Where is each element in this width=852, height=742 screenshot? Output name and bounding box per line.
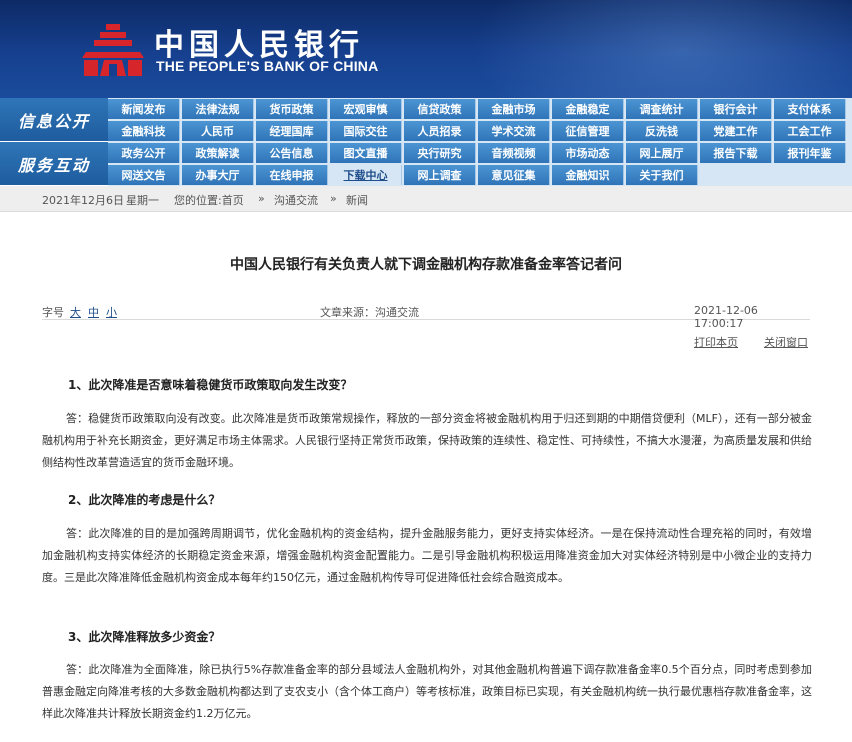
article-datetime: 2021-12-06 17:00:17 <box>694 304 758 330</box>
nav-item-report-download[interactable]: 报告下载 <box>700 143 772 163</box>
nav-item-accounting[interactable]: 银行会计 <box>700 99 772 119</box>
nav-item-financial-knowledge[interactable]: 金融知识 <box>552 165 624 185</box>
nav-item-monetary-policy[interactable]: 货币政策 <box>256 99 328 119</box>
nav-item-fintech[interactable]: 金融科技 <box>108 121 180 141</box>
nav-item-news-release[interactable]: 新闻发布 <box>108 99 180 119</box>
breadcrumb-weekday: 星期一 <box>126 194 159 207</box>
nav-item-treasury[interactable]: 经理国库 <box>256 121 328 141</box>
nav-item-online-filing[interactable]: 在线申报 <box>256 165 328 185</box>
nav-item-market-trends[interactable]: 市场动态 <box>552 143 624 163</box>
nav-item-download-center[interactable]: 下载中心 <box>330 165 402 185</box>
nav-item-service-hall[interactable]: 办事大厅 <box>182 165 254 185</box>
nav-item-macroprudential[interactable]: 宏观审慎 <box>330 99 402 119</box>
font-size-label: 字号 <box>42 306 64 319</box>
nav-item-official-documents[interactable]: 网送文告 <box>108 165 180 185</box>
answer-paragraph: 答：此次降准的目的是加强跨周期调节，优化金融机构的资金结构，提升金融服务能力，更… <box>42 527 812 584</box>
nav-row: 新闻发布 法律法规 货币政策 宏观审慎 信贷政策 金融市场 金融稳定 调查统计 … <box>108 98 852 120</box>
nav-item-financial-stability[interactable]: 金融稳定 <box>552 99 624 119</box>
pboc-emblem-icon[interactable] <box>80 22 146 78</box>
question-heading: 3、此次降准释放多少资金？ <box>68 630 221 644</box>
font-size-medium-link[interactable]: 中 <box>88 304 99 320</box>
breadcrumb-date: 2021年12月6日 <box>42 194 124 207</box>
article-meta: 字号 大 中 小 文章来源：沟通交流 2021-12-06 17:00:17 <box>42 302 810 330</box>
print-page-link[interactable]: 打印本页 <box>694 334 738 350</box>
nav-item-opinion-collection[interactable]: 意见征集 <box>478 165 550 185</box>
header-glow <box>472 0 852 98</box>
nav-item-online-exhibition[interactable]: 网上展厅 <box>626 143 698 163</box>
nav-item-credit-reference[interactable]: 征信管理 <box>552 121 624 141</box>
nav-item-recruitment[interactable]: 人员招录 <box>404 121 476 141</box>
nav-item-announcements[interactable]: 公告信息 <box>256 143 328 163</box>
nav-item-laws[interactable]: 法律法规 <box>182 99 254 119</box>
nav-item-international[interactable]: 国际交往 <box>330 121 402 141</box>
nav-item-live-broadcast[interactable]: 图文直播 <box>330 143 402 163</box>
nav-group-info-disclosure: 信息公开 新闻发布 法律法规 货币政策 宏观审慎 信贷政策 金融市场 金融稳定 … <box>0 98 852 142</box>
nav-item-party-building[interactable]: 党建工作 <box>700 121 772 141</box>
nav-item-government-affairs[interactable]: 政务公开 <box>108 143 180 163</box>
nav-row: 政务公开 政策解读 公告信息 图文直播 央行研究 音频视频 市场动态 网上展厅 … <box>108 142 852 164</box>
nav-item-union[interactable]: 工会工作 <box>774 121 846 141</box>
nav-item-audio-video[interactable]: 音频视频 <box>478 143 550 163</box>
nav-item-online-survey[interactable]: 网上调查 <box>404 165 476 185</box>
nav-item-about-us[interactable]: 关于我们 <box>626 165 698 185</box>
answer-paragraph: 答：此次降准为全面降准，除已执行5%存款准备金率的部分县域法人金融机构外，对其他… <box>42 663 812 720</box>
nav-item-yearbook[interactable]: 报刊年鉴 <box>774 143 846 163</box>
nav-item-anti-money-laundering[interactable]: 反洗钱 <box>626 121 698 141</box>
breadcrumb-separator: » <box>330 192 337 205</box>
breadcrumb-home-link[interactable]: 您的位置:首页 <box>174 192 244 208</box>
breadcrumb-separator: » <box>258 192 265 205</box>
nav-item-credit-policy[interactable]: 信贷政策 <box>404 99 476 119</box>
nav-item-academic[interactable]: 学术交流 <box>478 121 550 141</box>
nav-row: 网送文告 办事大厅 在线申报 下载中心 网上调查 意见征集 金融知识 关于我们 <box>108 164 852 186</box>
nav-item-payment-system[interactable]: 支付体系 <box>774 99 846 119</box>
question-heading: 1、此次降准是否意味着稳健货币政策取向发生改变？ <box>68 378 353 392</box>
breadcrumb-section-link[interactable]: 沟通交流 <box>274 192 318 208</box>
breadcrumb: 2021年12月6日 星期一 您的位置:首页 » 沟通交流 » 新闻 <box>0 186 852 212</box>
article-source: 文章来源：沟通交流 <box>320 306 419 319</box>
nav-item-statistics[interactable]: 调查统计 <box>626 99 698 119</box>
breadcrumb-current-page[interactable]: 新闻 <box>346 192 368 208</box>
nav-item-policy-interpretation[interactable]: 政策解读 <box>182 143 254 163</box>
nav-row: 金融科技 人民币 经理国库 国际交往 人员招录 学术交流 征信管理 反洗钱 党建… <box>108 120 852 142</box>
nav-item-research[interactable]: 央行研究 <box>404 143 476 163</box>
nav-group-label: 服务互动 <box>0 142 108 186</box>
nav-item-rmb[interactable]: 人民币 <box>182 121 254 141</box>
logo-english-name: THE PEOPLE'S BANK OF CHINA <box>156 58 379 74</box>
article-title: 中国人民银行有关负责人就下调金融机构存款准备金率答记者问 <box>230 257 622 273</box>
font-size-large-link[interactable]: 大 <box>70 304 81 320</box>
main-navigation: 信息公开 新闻发布 法律法规 货币政策 宏观审慎 信贷政策 金融市场 金融稳定 … <box>0 98 852 186</box>
nav-group-label: 信息公开 <box>0 98 108 142</box>
nav-group-service-interaction: 服务互动 政务公开 政策解读 公告信息 图文直播 央行研究 音频视频 市场动态 … <box>0 142 852 186</box>
nav-item-financial-market[interactable]: 金融市场 <box>478 99 550 119</box>
close-window-link[interactable]: 关闭窗口 <box>764 334 808 350</box>
site-header: 中国人民银行 THE PEOPLE'S BANK OF CHINA <box>0 0 852 98</box>
question-heading: 2、此次降准的考虑是什么？ <box>68 493 221 507</box>
answer-paragraph: 答：稳健货币政策取向没有改变。此次降准是货币政策常规操作，释放的一部分资金将被金… <box>42 412 812 469</box>
font-size-small-link[interactable]: 小 <box>106 304 117 320</box>
